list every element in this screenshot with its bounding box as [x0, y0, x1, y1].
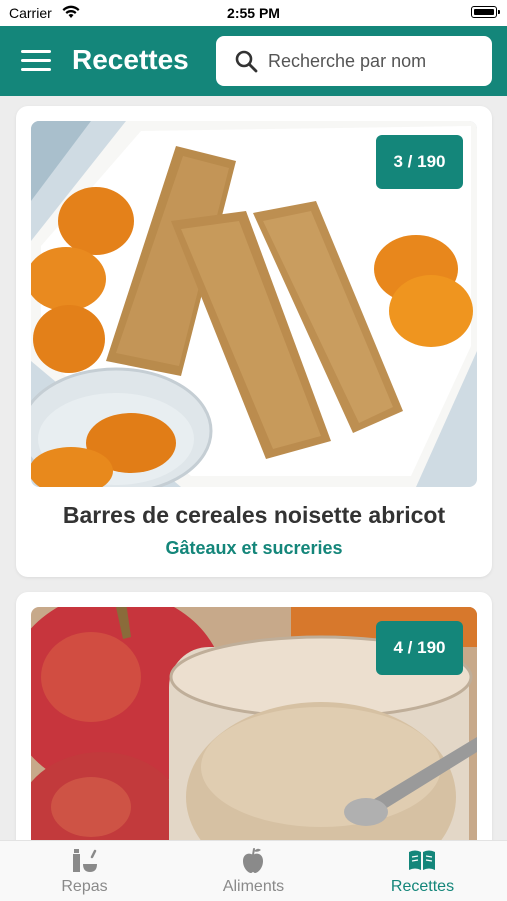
search-input[interactable] — [268, 36, 483, 86]
apple-icon — [243, 848, 263, 873]
recipe-photo: 4 / 190 — [31, 607, 477, 840]
recipe-card[interactable]: 3 / 190 Barres de cereales noisette abri… — [16, 106, 492, 577]
tab-repas[interactable]: Repas — [0, 841, 169, 901]
recipe-card[interactable]: 4 / 190 — [16, 592, 492, 840]
tab-bar: Repas Aliments Recettes — [0, 840, 507, 901]
book-icon — [409, 850, 435, 870]
tab-label: Repas — [61, 878, 108, 895]
page-title: Recettes — [72, 44, 189, 75]
meal-icon — [73, 849, 97, 872]
menu-icon[interactable] — [21, 50, 51, 72]
recipe-list[interactable]: 3 / 190 Barres de cereales noisette abri… — [0, 96, 507, 840]
status-bar: Carrier 2:55 PM — [0, 0, 507, 26]
recipe-counter-badge: 4 / 190 — [376, 621, 463, 675]
battery-icon — [471, 6, 500, 18]
app-header: Recettes — [0, 26, 507, 96]
recipe-category: Gâteaux et sucreries — [165, 538, 343, 558]
tab-aliments[interactable]: Aliments — [169, 841, 338, 901]
recipe-title: Barres de cereales noisette abricot — [62, 502, 446, 528]
tab-label: Aliments — [222, 878, 285, 895]
tab-label: Recettes — [390, 878, 455, 895]
search-box[interactable] — [216, 36, 492, 86]
recipe-counter-badge: 3 / 190 — [376, 135, 463, 189]
tab-recettes[interactable]: Recettes — [338, 841, 507, 901]
clock: 2:55 PM — [227, 5, 280, 21]
search-icon — [235, 50, 258, 73]
recipe-photo: 3 / 190 — [31, 121, 477, 487]
